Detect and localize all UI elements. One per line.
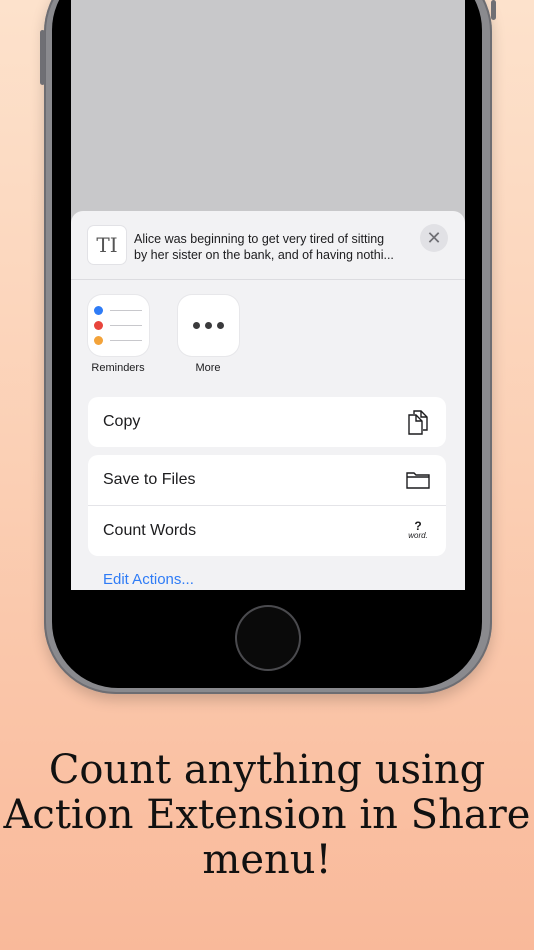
reminder-dot-orange [94, 336, 103, 345]
word-count-icon: ? word. [405, 518, 431, 544]
phone-side-button [491, 0, 496, 20]
caption-line-3: menu! [202, 837, 332, 883]
word-count-icon-top: ? [414, 519, 422, 533]
reminder-dot-red [94, 321, 103, 330]
preview-line-2: by her sister on the bank, and of having… [134, 248, 394, 262]
preview-text: Alice was beginning to get very tired of… [134, 231, 414, 263]
share-preview: TI Alice was beginning to get very tired… [71, 211, 465, 280]
count-words-action[interactable]: Count Words ? word. [88, 505, 446, 556]
phone-side-button [40, 30, 45, 85]
home-button[interactable] [237, 607, 299, 669]
promo-caption: Count anything using Action Extension in… [0, 748, 534, 883]
text-document-icon: TI [88, 226, 126, 264]
folder-icon [405, 467, 431, 493]
phone-screen: TI Alice was beginning to get very tired… [71, 0, 465, 590]
copy-icon [405, 409, 431, 435]
reminders-label: Reminders [91, 362, 145, 374]
share-sheet: TI Alice was beginning to get very tired… [71, 211, 465, 590]
more-icon [178, 295, 239, 356]
caption-line-1: Count anything using [48, 747, 486, 793]
word-count-icon-bottom: word. [408, 531, 428, 540]
reminder-dot-blue [94, 306, 103, 315]
reminders-app-button[interactable] [88, 295, 149, 356]
more-app-button[interactable] [178, 295, 239, 356]
preview-line-1: Alice was beginning to get very tired of… [134, 232, 385, 246]
edit-actions-link[interactable]: Edit Actions... [103, 571, 194, 588]
caption-line-2: Action Extension in Share [3, 792, 531, 838]
save-to-files-action[interactable]: Save to Files [88, 455, 446, 505]
copy-action[interactable]: Copy [88, 397, 446, 447]
more-label: More [195, 362, 221, 374]
close-button[interactable]: ✕ [420, 224, 448, 252]
count-words-label: Count Words [103, 522, 197, 539]
close-icon: ✕ [426, 227, 442, 248]
actions-group-2: Save to Files Count Words ? word. [88, 455, 446, 556]
actions-group-1: Copy [88, 397, 446, 447]
copy-label: Copy [103, 413, 141, 430]
save-to-files-label: Save to Files [103, 471, 196, 488]
